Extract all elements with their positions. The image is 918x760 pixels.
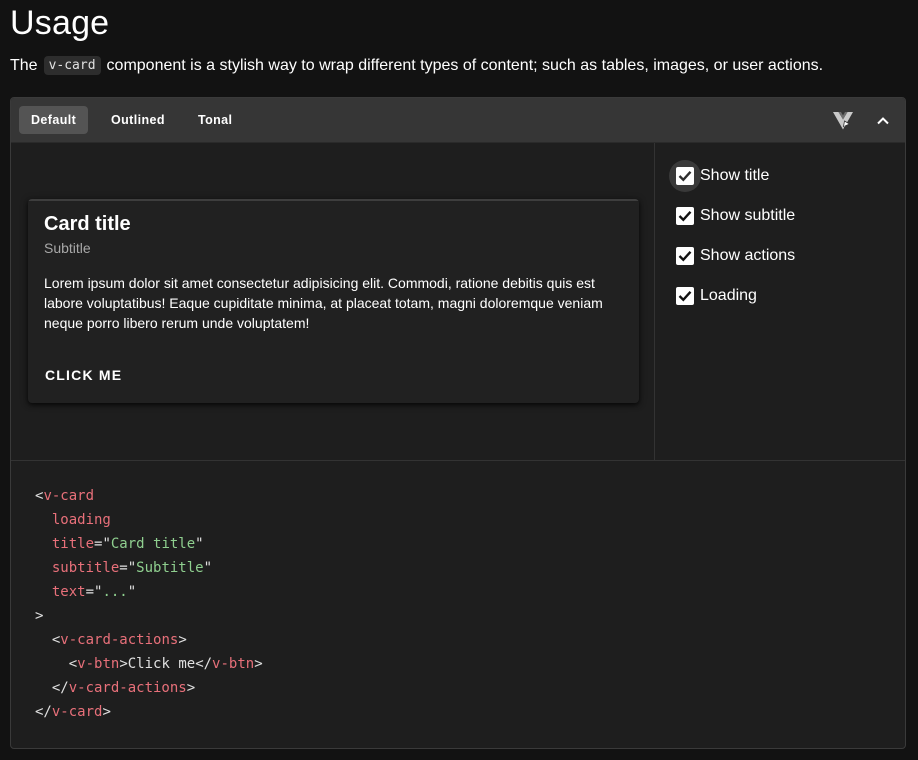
- code-block: <v-card loading title="Card title" subti…: [35, 484, 263, 724]
- card-text: Lorem ipsum dolor sit amet consectetur a…: [44, 275, 603, 331]
- code-line: </v-card>: [35, 704, 111, 720]
- card-title: Card title: [44, 213, 131, 235]
- intro-after: component is a stylish way to wrap diffe…: [106, 56, 824, 74]
- checkbox-checked-icon: [669, 160, 701, 192]
- card: Card title Subtitle Lorem ipsum dolor si…: [28, 199, 639, 403]
- show-subtitle-checkbox[interactable]: Show subtitle: [676, 203, 795, 229]
- page: Usage The v-card component is a stylish …: [0, 0, 918, 760]
- tab-default[interactable]: Default: [19, 106, 89, 134]
- show-subtitle-label: Show subtitle: [700, 207, 796, 224]
- show-title-checkbox[interactable]: Show title: [669, 160, 770, 192]
- show-actions-label: Show actions: [700, 247, 796, 264]
- code-line: <v-card: [35, 488, 95, 504]
- divider: [11, 460, 905, 461]
- loading-checkbox[interactable]: Loading: [676, 283, 757, 309]
- code-line: <v-btn>Click me</v-btn>: [68, 656, 263, 672]
- code-line: subtitle="Subtitle": [51, 560, 213, 576]
- checkbox-checked-icon: [676, 287, 694, 305]
- checkbox-checked-icon: [676, 247, 694, 265]
- vue-icon[interactable]: [829, 107, 857, 135]
- code-line: </v-card-actions>: [51, 680, 196, 696]
- card-subtitle: Subtitle: [44, 240, 91, 256]
- options-panel: Show title Show subtitle Show actions Lo…: [656, 143, 905, 460]
- toolbar: Default Outlined Tonal: [11, 98, 905, 143]
- chevron-up-icon[interactable]: [869, 107, 897, 135]
- show-actions-checkbox[interactable]: Show actions: [676, 243, 795, 269]
- code-line: >: [35, 608, 44, 624]
- preview-area: Card title Subtitle Lorem ipsum dolor si…: [11, 143, 655, 460]
- page-title: Usage: [10, 4, 110, 42]
- card-loader: [28, 199, 639, 201]
- intro-before: The: [10, 56, 38, 74]
- code-line: <v-card-actions>: [51, 632, 187, 648]
- checkbox-checked-icon: [676, 207, 694, 225]
- usage-example-panel: Default Outlined Tonal Card title Subtit…: [10, 97, 906, 749]
- inline-code: v-card: [43, 56, 101, 75]
- loading-label: Loading: [700, 287, 757, 304]
- code-line: loading: [51, 512, 111, 528]
- intro-text: The v-card component is a stylish way to…: [10, 56, 823, 75]
- code-line: title="Card title": [51, 536, 204, 552]
- show-title-label: Show title: [700, 167, 770, 184]
- click-me-button[interactable]: CLICK ME: [36, 360, 131, 390]
- tab-outlined[interactable]: Outlined: [99, 106, 177, 134]
- code-line: text="...": [51, 584, 137, 600]
- tab-tonal[interactable]: Tonal: [186, 106, 244, 134]
